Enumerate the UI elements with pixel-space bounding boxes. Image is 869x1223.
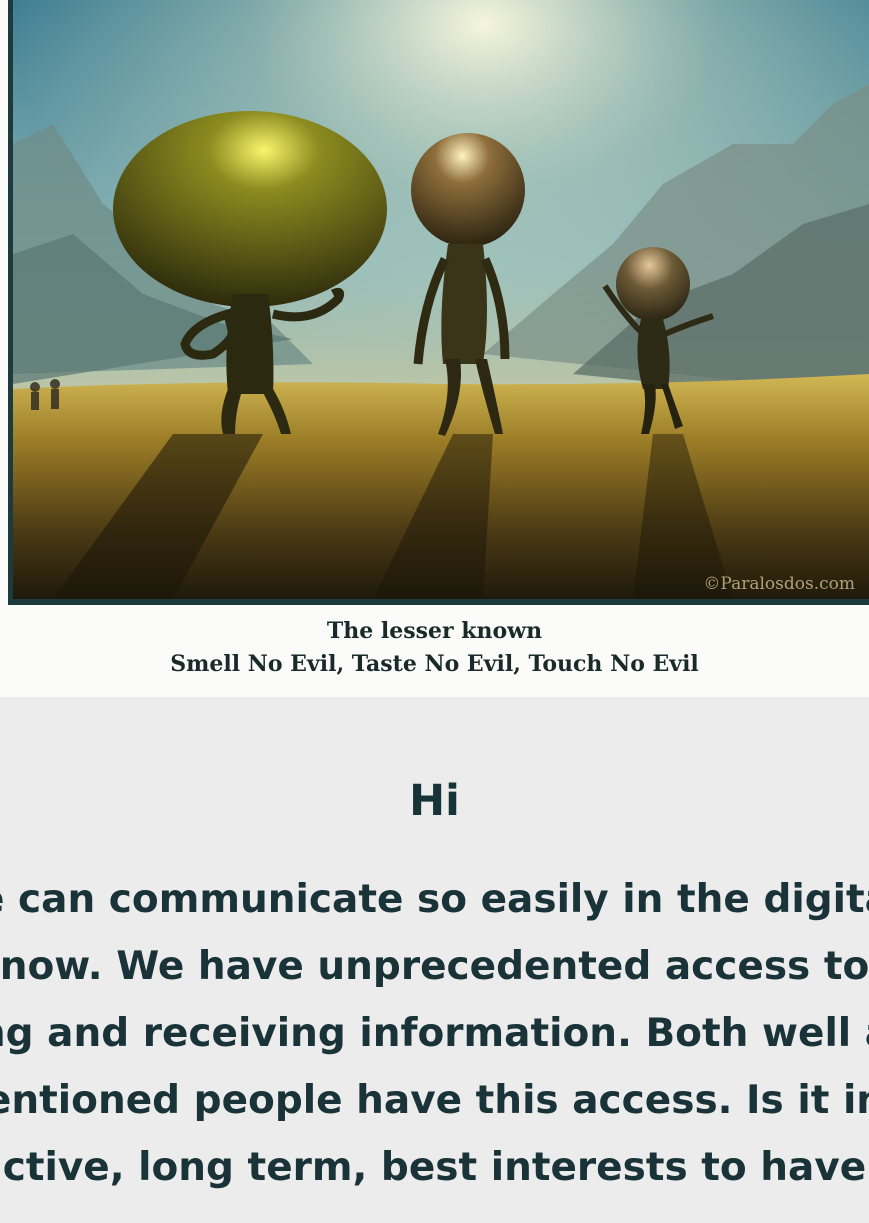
alien-illustration — [13, 0, 869, 599]
paragraph-line: e can communicate so easily in the digit… — [0, 877, 869, 922]
hero-section: ©Paralosdos.com The lesser known Smell N… — [0, 0, 869, 697]
watermark: ©Paralosdos.com — [703, 574, 855, 594]
caption-line-1: The lesser known — [326, 618, 543, 644]
greeting-heading: Hi — [409, 776, 460, 826]
paragraph-line: entioned people have this access. Is it … — [0, 1078, 869, 1123]
image-caption: The lesser known Smell No Evil, Taste No… — [0, 615, 869, 681]
caption-line-2: Smell No Evil, Taste No Evil, Touch No E… — [170, 651, 699, 677]
intro-paragraph: e can communicate so easily in the digit… — [0, 866, 869, 1201]
paragraph-line: ctive, long term, best interests to have — [2, 1145, 867, 1190]
paragraph-line: ng and receiving information. Both well … — [0, 1011, 869, 1056]
paragraph-line: now. We have unprecedented access to — [0, 944, 869, 989]
